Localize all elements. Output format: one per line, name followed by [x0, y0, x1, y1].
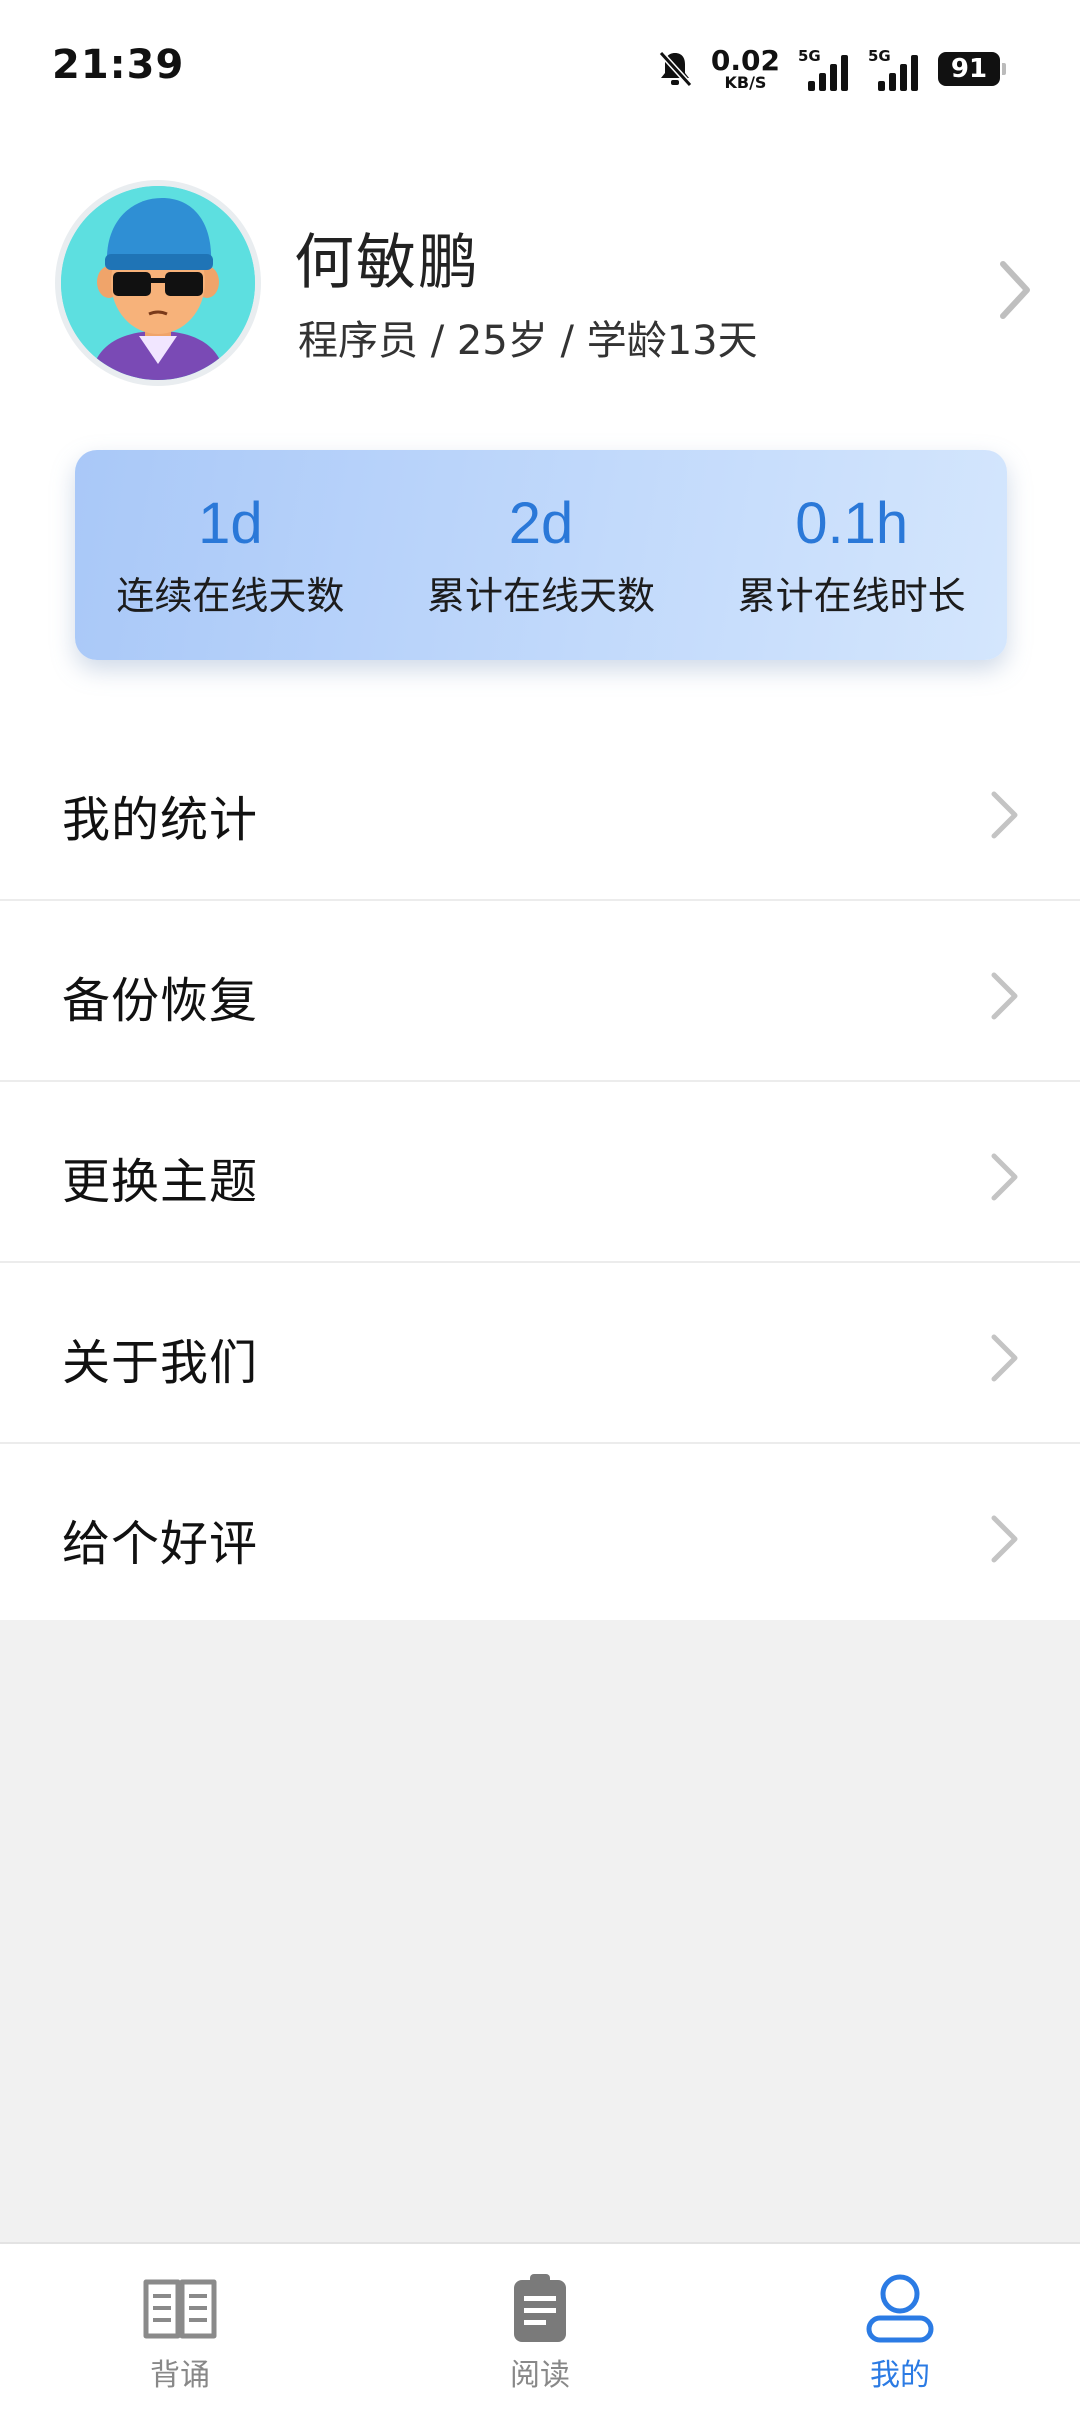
menu-item-label: 给个好评 [62, 1516, 259, 1572]
menu-item-about-us[interactable]: 关于我们 [0, 1263, 1080, 1444]
status-time: 21:39 [52, 42, 185, 88]
chevron-right-icon [991, 1153, 1018, 1201]
nav-tab-label: 阅读 [510, 2358, 570, 2393]
clipboard-icon [514, 2274, 566, 2342]
stat-label: 累计在线时长 [737, 574, 966, 618]
avatar-image [61, 186, 255, 380]
nav-tab-recite[interactable]: 背诵 [0, 2244, 360, 2414]
status-icons: 0.02 KB/S 5G 5G 91 [657, 46, 1006, 92]
menu-item-rate-app[interactable]: 给个好评 [0, 1444, 1080, 1623]
profile-name[interactable]: 何敏鹏 [294, 214, 480, 301]
chevron-right-icon [991, 1515, 1018, 1563]
stat-value: 1d [198, 491, 263, 556]
stat-item: 0.1h 累计在线时长 [696, 450, 1007, 660]
signal-label: 5G [798, 47, 821, 65]
profile-subtitle: 程序员 / 25岁 / 学龄13天 [298, 318, 758, 364]
battery-icon: 91 [938, 52, 1006, 86]
chevron-right-icon [991, 972, 1018, 1020]
chevron-right-icon [991, 791, 1018, 839]
network-speed-unit: KB/S [724, 73, 767, 92]
chevron-right-icon[interactable] [995, 258, 1035, 322]
signal-5g-icon: 5G [868, 47, 920, 91]
stat-value: 0.1h [795, 491, 909, 556]
stat-item: 1d 连续在线天数 [75, 450, 386, 660]
nav-tab-label: 背诵 [150, 2358, 210, 2393]
menu-item-change-theme[interactable]: 更换主题 [0, 1082, 1080, 1263]
menu-item-label: 备份恢复 [62, 973, 259, 1029]
stat-item: 2d 累计在线天数 [386, 450, 697, 660]
nav-tab-read[interactable]: 阅读 [360, 2244, 720, 2414]
chevron-right-icon [991, 1334, 1018, 1382]
menu-item-label: 关于我们 [62, 1335, 259, 1391]
avatar[interactable] [55, 180, 261, 386]
menu-item-label: 我的统计 [62, 792, 259, 848]
signal-5g-icon: 5G [798, 47, 850, 91]
settings-menu: 我的统计 备份恢复 更换主题 关于我们 给个好评 [0, 720, 1080, 1623]
status-bar: 21:39 0.02 KB/S 5G 5G 91 [0, 0, 1080, 140]
stat-label: 累计在线天数 [427, 574, 656, 618]
network-speed-value: 0.02 [710, 44, 780, 77]
menu-item-statistics[interactable]: 我的统计 [0, 720, 1080, 901]
book-icon [143, 2279, 217, 2339]
stat-label: 连续在线天数 [116, 574, 345, 618]
menu-item-backup-restore[interactable]: 备份恢复 [0, 901, 1080, 1082]
bottom-nav: 背诵 阅读 我的 [0, 2242, 1080, 2414]
signal-label: 5G [868, 47, 891, 65]
bell-muted-icon [658, 50, 693, 88]
stats-card: 1d 连续在线天数 2d 累计在线天数 0.1h 累计在线时长 [75, 450, 1007, 660]
nav-tab-mine[interactable]: 我的 [720, 2244, 1080, 2414]
network-speed: 0.02 KB/S [711, 47, 780, 91]
person-icon [866, 2274, 934, 2343]
menu-item-label: 更换主题 [62, 1154, 259, 1210]
stat-value: 2d [508, 491, 574, 556]
nav-tab-label: 我的 [870, 2358, 930, 2393]
